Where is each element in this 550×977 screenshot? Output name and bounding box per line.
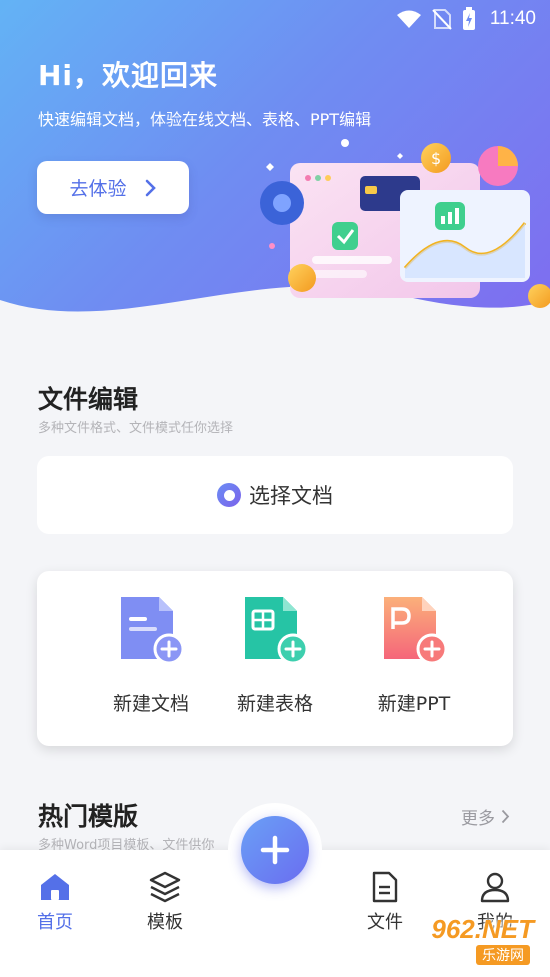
chevron-right-icon bbox=[501, 809, 510, 824]
create-fab-button[interactable] bbox=[241, 816, 309, 884]
new-ppt-label: 新建PPT bbox=[377, 693, 451, 715]
try-now-button[interactable]: 去体验 bbox=[37, 161, 189, 214]
battery-charging-icon bbox=[462, 7, 475, 30]
watermark: 962.NET 乐游网 bbox=[416, 914, 544, 971]
more-label: 更多 bbox=[461, 809, 495, 829]
choose-document-label: 选择文档 bbox=[249, 484, 333, 508]
hot-templates-title: 热门模版 bbox=[38, 802, 139, 831]
layers-icon bbox=[149, 871, 181, 903]
svg-text:$: $ bbox=[431, 149, 441, 168]
more-templates-link[interactable]: 更多 bbox=[461, 804, 510, 829]
new-sheet-button[interactable]: 新建表格 bbox=[205, 591, 345, 731]
no-sim-icon bbox=[432, 9, 452, 30]
wifi-icon bbox=[396, 10, 421, 28]
tab-files-label: 文件 bbox=[367, 912, 403, 933]
tab-home[interactable]: 首页 bbox=[15, 870, 95, 934]
hero-title: Hi，欢迎回来 bbox=[38, 59, 219, 92]
new-document-label: 新建文档 bbox=[112, 693, 189, 715]
sheet-add-icon bbox=[245, 597, 309, 665]
doc-add-icon bbox=[121, 597, 185, 665]
tab-home-label: 首页 bbox=[37, 912, 73, 933]
hero-subtitle: 快速编辑文档，体验在线文档、表格、PPT编辑 bbox=[38, 110, 372, 129]
home-icon bbox=[41, 874, 69, 900]
file-icon bbox=[372, 871, 398, 903]
chevron-right-icon bbox=[145, 179, 156, 196]
office-illustration: $ bbox=[260, 139, 550, 308]
new-sheet-label: 新建表格 bbox=[236, 693, 313, 715]
circle-dot-icon bbox=[217, 483, 241, 507]
new-document-button[interactable]: 新建文档 bbox=[81, 591, 221, 731]
choose-document-button[interactable]: 选择文档 bbox=[37, 456, 513, 534]
watermark-sub: 乐游网 bbox=[476, 945, 530, 965]
try-now-label: 去体验 bbox=[69, 178, 127, 200]
user-icon bbox=[480, 872, 510, 903]
plus-icon bbox=[260, 835, 290, 865]
tab-templates[interactable]: 模板 bbox=[125, 870, 205, 934]
tab-files[interactable]: 文件 bbox=[345, 870, 425, 934]
new-ppt-button[interactable]: 新建PPT bbox=[344, 591, 484, 731]
new-file-card: 新建文档 新建表格 新建PPT bbox=[37, 571, 513, 746]
tab-templates-label: 模板 bbox=[147, 912, 183, 933]
ppt-add-icon bbox=[384, 597, 448, 665]
watermark-brand: 962.NET bbox=[431, 914, 534, 944]
file-edit-title: 文件编辑 bbox=[38, 385, 139, 414]
status-time: 11:40 bbox=[489, 8, 536, 29]
file-edit-subtitle: 多种文件格式、文件模式任你选择 bbox=[38, 421, 234, 436]
status-bar: 11:40 bbox=[0, 0, 550, 38]
